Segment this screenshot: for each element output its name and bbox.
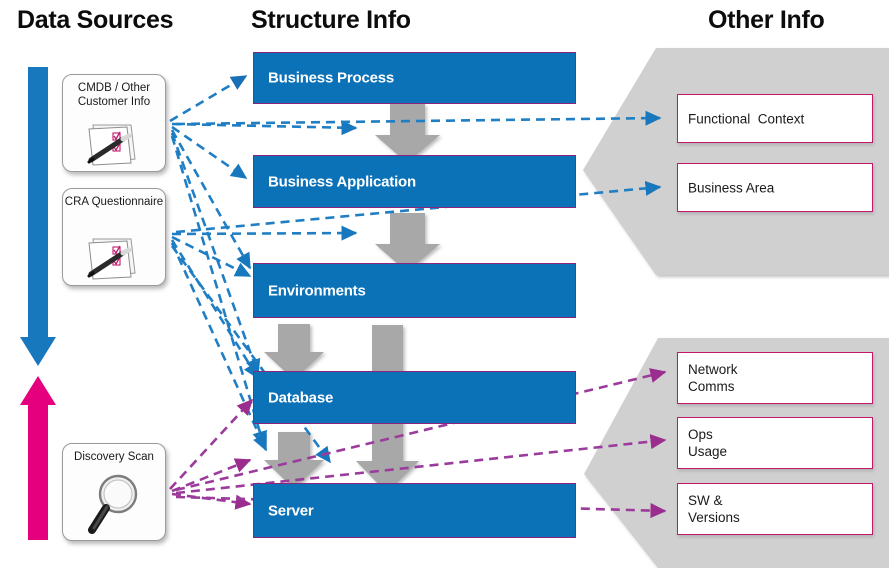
info-box-sw-versions[interactable]: SW & Versions: [677, 483, 873, 535]
info-box-ops-usage[interactable]: Ops Usage: [677, 417, 873, 469]
data-source-cmdb-label: CMDB / Other Customer Info: [77, 82, 151, 108]
data-source-cmdb[interactable]: CMDB / Other Customer Info: [62, 74, 166, 172]
other-info-panel-top: [583, 48, 889, 275]
structure-box-business-process-label: Business Process: [268, 69, 395, 87]
column-title-data-sources: Data Sources: [17, 6, 174, 34]
structure-box-server[interactable]: Server: [253, 483, 576, 538]
data-source-discovery-scan-label: Discovery Scan: [74, 451, 154, 463]
magnifying-glass-icon: [88, 474, 138, 534]
structure-box-environments[interactable]: Environments: [253, 263, 576, 318]
architecture-diagram: Data Sources Structure Info Other Info C…: [0, 0, 889, 568]
info-box-functional-context-label: Functional Context: [688, 111, 805, 126]
info-box-business-area[interactable]: Business Area: [677, 163, 873, 212]
pink-up-arrow: [20, 376, 56, 540]
data-source-cra-label: CRA Questionnaire: [64, 196, 164, 208]
column-title-structure-info: Structure Info: [251, 6, 411, 34]
data-source-discovery-scan[interactable]: Discovery Scan: [62, 443, 166, 541]
structure-box-database[interactable]: Database: [253, 371, 576, 424]
structure-box-database-label: Database: [268, 389, 334, 406]
column-title-other-info: Other Info: [708, 6, 825, 34]
info-box-sw-versions-label: SW & Versions: [688, 493, 740, 525]
checklist-clipboard-icon: [87, 124, 136, 166]
data-source-cra[interactable]: CRA Questionnaire: [62, 188, 166, 286]
info-box-network-comms-label: Network Comms: [688, 362, 738, 394]
structure-box-business-application[interactable]: Business Application: [253, 155, 576, 208]
info-box-ops-usage-label: Ops Usage: [688, 427, 728, 459]
structure-box-business-process[interactable]: Business Process: [253, 52, 576, 104]
blue-down-arrow: [20, 67, 56, 366]
info-box-network-comms[interactable]: Network Comms: [677, 352, 873, 404]
checklist-clipboard-icon: [87, 238, 136, 280]
structure-box-environments-label: Environments: [268, 282, 366, 299]
structure-box-server-label: Server: [268, 502, 314, 519]
info-box-functional-context[interactable]: Functional Context: [677, 94, 873, 143]
info-box-business-area-label: Business Area: [688, 180, 775, 195]
structure-box-business-application-label: Business Application: [268, 173, 416, 190]
